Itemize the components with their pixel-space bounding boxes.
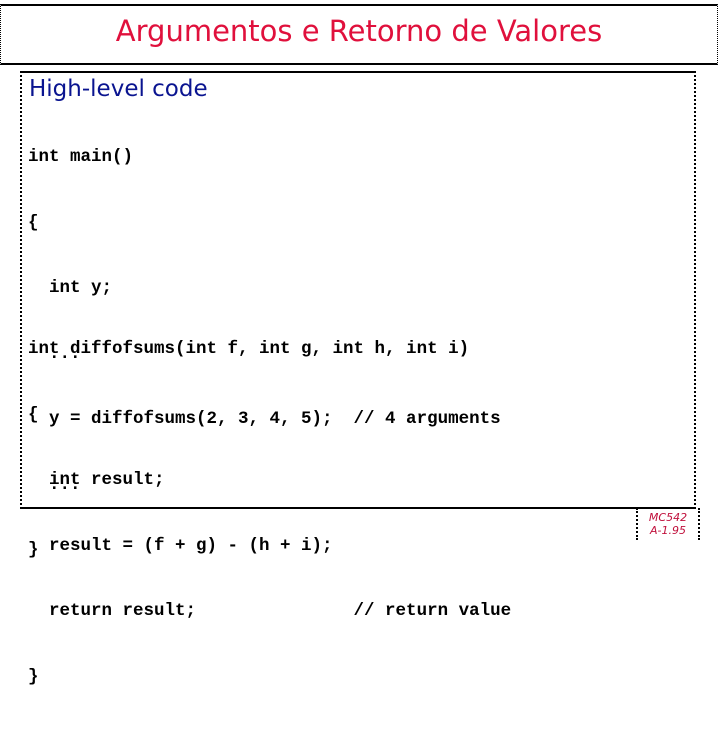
page-number: A-1.95 <box>650 524 686 537</box>
slide-title: Argumentos e Retorno de Valores <box>115 14 603 48</box>
code-line: { <box>28 212 39 233</box>
section-heading: High-level code <box>29 76 208 102</box>
code-line: result = (f + g) - (h + i); <box>28 535 333 556</box>
title-bar: Argumentos e Retorno de Valores <box>0 4 718 65</box>
code-block-diffofsums: int diffofsums(int f, int g, int h, int … <box>28 297 511 730</box>
code-line: } <box>28 666 39 687</box>
content-box: High-level code int main() { int y; ... … <box>20 71 696 687</box>
code-line: int main() <box>28 147 134 167</box>
code-line: int result; <box>28 470 165 490</box>
slide-footer: MC542 A-1.95 <box>636 508 700 540</box>
course-code: MC542 <box>648 511 688 524</box>
code-line: return result; // return value <box>28 601 512 621</box>
code-line: { <box>28 404 39 425</box>
code-line: int diffofsums(int f, int g, int h, int … <box>28 339 470 359</box>
